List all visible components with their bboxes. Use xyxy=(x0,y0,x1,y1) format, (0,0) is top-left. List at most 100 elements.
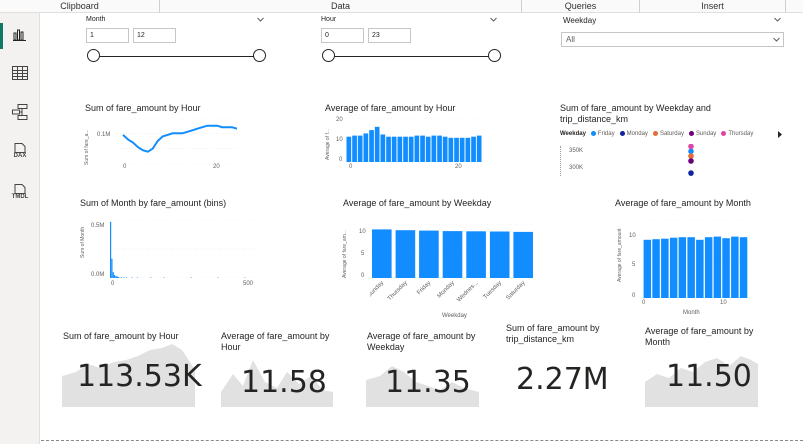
month-bar[interactable] xyxy=(643,239,652,298)
hour-slider-max-handle[interactable] xyxy=(488,49,501,62)
hour-bar[interactable] xyxy=(374,126,380,162)
line-series[interactable] xyxy=(122,124,238,153)
tmdl-view-button[interactable]: TMDL xyxy=(7,179,33,205)
hour-min-input[interactable]: 0 xyxy=(321,28,364,43)
month-bar[interactable] xyxy=(731,236,739,298)
table-view-button[interactable] xyxy=(7,60,33,86)
hour-bar-chart-plot[interactable] xyxy=(346,118,482,162)
histogram-plot[interactable] xyxy=(110,220,255,278)
histogram-bar[interactable] xyxy=(116,276,118,279)
histogram-bar[interactable] xyxy=(123,277,125,278)
weekday-bar-chart-plot[interactable]: Sunday Thursday Friday Monday Wednes... Tuesd… xyxy=(370,224,540,312)
hour-bar[interactable] xyxy=(420,135,425,162)
chevron-down-icon[interactable] xyxy=(774,16,781,23)
hour-bar[interactable] xyxy=(397,136,403,162)
histogram-bar[interactable] xyxy=(163,277,165,279)
legend-item-monday[interactable]: Monday xyxy=(619,131,648,137)
hour-bar[interactable] xyxy=(454,137,459,162)
dax-query-view-button[interactable]: DAX xyxy=(7,138,33,164)
hour-max-input[interactable]: 23 xyxy=(368,28,411,43)
ribbon-group-queries[interactable]: Queries xyxy=(522,0,640,13)
hour-bar[interactable] xyxy=(408,136,414,162)
hour-bar[interactable] xyxy=(386,136,391,162)
histogram-bar[interactable] xyxy=(131,277,133,279)
histogram-bar[interactable] xyxy=(217,277,219,279)
weekday-bar[interactable] xyxy=(489,231,510,279)
hour-bar[interactable] xyxy=(448,137,454,162)
ribbon-group-data[interactable]: Data xyxy=(160,0,522,13)
month-bar-chart-plot[interactable] xyxy=(643,220,748,298)
hour-bar[interactable] xyxy=(414,135,420,162)
month-bar[interactable] xyxy=(661,238,669,298)
hour-bar[interactable] xyxy=(431,135,437,162)
histogram-bar[interactable] xyxy=(190,277,192,279)
legend-item-thursday[interactable]: Thursday xyxy=(721,131,753,137)
histogram-bar[interactable] xyxy=(118,277,120,278)
hour-bar[interactable] xyxy=(369,130,374,162)
hour-bar[interactable] xyxy=(352,135,357,162)
legend-item-friday[interactable]: Friday xyxy=(590,131,615,137)
month-slider-max-handle[interactable] xyxy=(253,49,266,62)
scatter-point[interactable] xyxy=(688,170,694,176)
legend-item-saturday[interactable]: Saturday xyxy=(652,131,684,137)
month-min-input[interactable]: 1 xyxy=(86,28,129,43)
hour-bar[interactable] xyxy=(465,137,471,162)
hour-bar[interactable] xyxy=(380,134,386,163)
chevron-down-icon[interactable] xyxy=(490,16,497,23)
month-bar[interactable] xyxy=(713,236,722,298)
hour-bar[interactable] xyxy=(403,136,408,162)
chevron-down-icon[interactable] xyxy=(773,36,780,43)
scatter-chart-plot[interactable] xyxy=(588,144,778,178)
histogram-bar[interactable] xyxy=(120,277,122,278)
ribbon-group-insert[interactable]: Insert xyxy=(640,0,786,13)
weekday-bar[interactable] xyxy=(372,229,392,278)
chevron-down-icon[interactable] xyxy=(257,16,264,23)
scatter-point[interactable] xyxy=(688,153,694,159)
hour-bar[interactable] xyxy=(437,135,442,162)
weekday-bar[interactable] xyxy=(466,231,486,278)
report-view-button[interactable] xyxy=(0,21,33,49)
legend-item-sunday[interactable]: Sunday xyxy=(688,131,716,137)
weekday-dropdown[interactable]: All xyxy=(561,32,784,47)
month-bar[interactable] xyxy=(678,237,687,298)
line-chart-plot[interactable] xyxy=(120,118,240,164)
histogram-bar[interactable] xyxy=(114,275,116,278)
histogram-bar[interactable] xyxy=(111,258,113,278)
weekday-bar[interactable] xyxy=(513,231,533,278)
month-bar[interactable] xyxy=(652,239,660,298)
ribbon-group-clipboard[interactable]: Clipboard xyxy=(0,0,160,13)
month-slider-min-handle[interactable] xyxy=(87,49,100,62)
month-bar[interactable] xyxy=(696,239,704,298)
weekday-bar[interactable] xyxy=(419,230,439,278)
hour-bar[interactable] xyxy=(346,136,352,162)
scatter-point[interactable] xyxy=(688,144,694,150)
month-max-input[interactable]: 12 xyxy=(133,28,176,43)
month-bar[interactable] xyxy=(739,237,748,298)
histogram-bar[interactable] xyxy=(112,272,114,278)
histogram-bar[interactable] xyxy=(110,221,112,278)
month-bar[interactable] xyxy=(722,238,730,298)
hour-bar[interactable] xyxy=(471,136,476,162)
hour-bar[interactable] xyxy=(442,136,448,162)
month-bar[interactable] xyxy=(704,237,713,298)
hour-bar[interactable] xyxy=(476,135,482,162)
model-view-button[interactable] xyxy=(7,99,33,125)
legend-next-icon[interactable] xyxy=(777,131,783,138)
histogram-bar[interactable] xyxy=(136,277,139,279)
hour-bar[interactable] xyxy=(363,133,369,162)
weekday-bar[interactable] xyxy=(395,230,416,278)
histogram-bar[interactable] xyxy=(244,277,246,279)
month-bar[interactable] xyxy=(687,237,695,298)
hour-slider-min-handle[interactable] xyxy=(322,49,335,62)
histogram-bar[interactable] xyxy=(150,277,152,279)
hour-bar[interactable] xyxy=(391,136,397,162)
scatter-point[interactable] xyxy=(688,158,694,164)
hour-bar[interactable] xyxy=(459,137,465,162)
hour-bar[interactable] xyxy=(425,136,431,162)
scatter-point[interactable] xyxy=(688,148,694,155)
weekday-bar[interactable] xyxy=(442,231,463,278)
month-bar[interactable] xyxy=(669,237,678,298)
histogram-bar[interactable] xyxy=(126,277,128,279)
histogram-bar[interactable] xyxy=(115,276,117,278)
hour-bar[interactable] xyxy=(357,135,363,162)
